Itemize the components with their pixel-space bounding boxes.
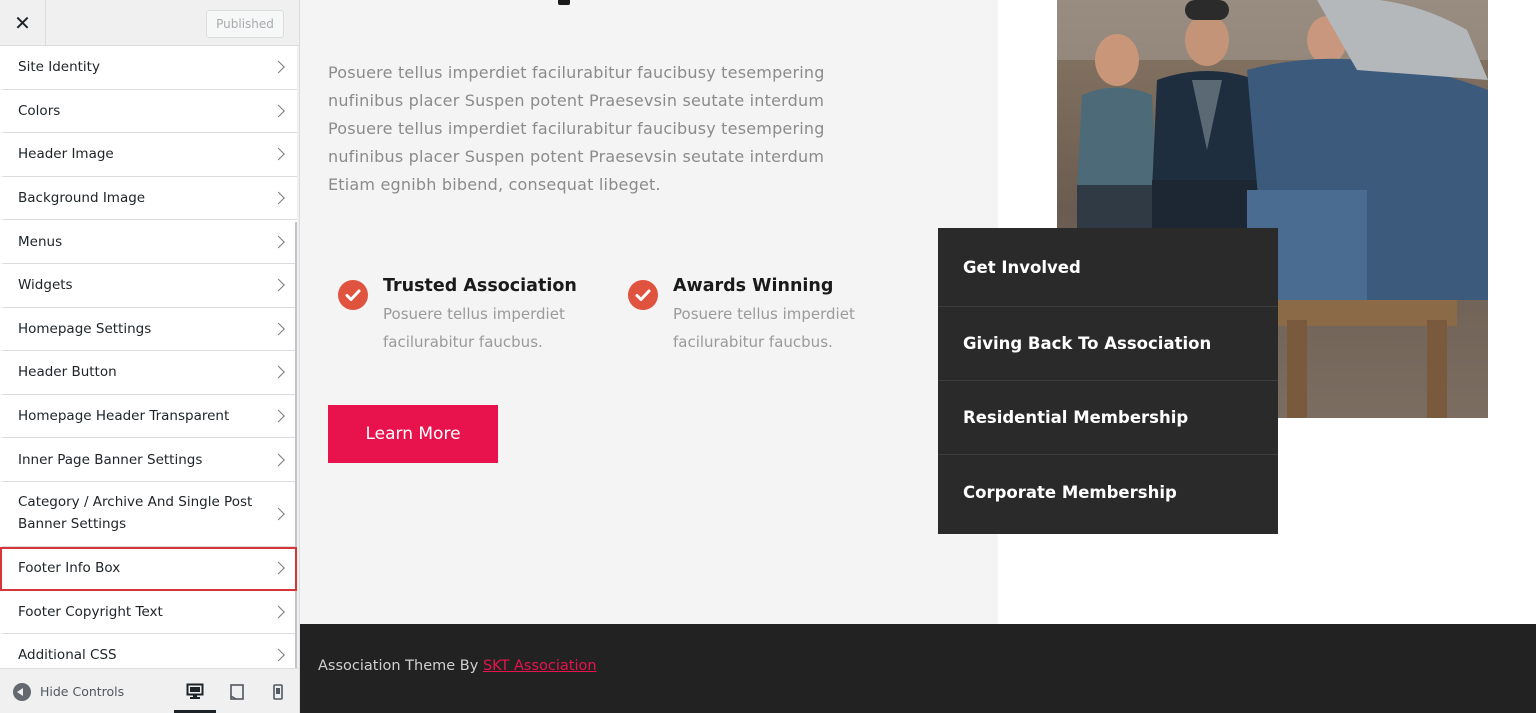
info-menu-box: Get Involved Giving Back To Association …: [938, 228, 1278, 534]
menu-item-label: Inner Page Banner Settings: [18, 451, 203, 468]
menu-link-corporate-membership[interactable]: Corporate Membership: [938, 455, 1278, 529]
menu-item-label: Footer Copyright Text: [18, 603, 163, 620]
menu-item-label: Additional CSS: [18, 647, 117, 664]
feature-text: Posuere tellus imperdiet facilurabitur f…: [383, 305, 565, 351]
menu-link-residential-membership[interactable]: Residential Membership: [938, 381, 1278, 455]
close-button[interactable]: ✕: [0, 0, 46, 46]
menu-item-label: Footer Info Box: [18, 560, 121, 577]
chevron-right-icon: [272, 561, 285, 575]
chevron-right-icon: [272, 507, 285, 521]
menu-item-label: Category / Archive And Single Post Banne…: [18, 494, 253, 532]
menu-item-label: Menus: [18, 233, 63, 250]
publish-button[interactable]: Published: [206, 10, 284, 38]
menu-item-colors[interactable]: Colors: [0, 89, 297, 134]
menu-item-label: Header Button: [18, 364, 117, 381]
menu-item-background-image[interactable]: Background Image: [0, 176, 297, 221]
menu-item-category-archive-banner-settings[interactable]: Category / Archive And Single Post Banne…: [0, 481, 297, 547]
menu-item-homepage-settings[interactable]: Homepage Settings: [0, 307, 297, 352]
menu-item-label: Homepage Header Transparent: [18, 408, 230, 425]
tablet-icon: [230, 683, 244, 700]
feature-text: Posuere tellus imperdiet facilurabitur f…: [673, 305, 855, 351]
feature-title: Awards Winning: [673, 276, 834, 296]
sidebar-scrollbar[interactable]: [295, 222, 297, 668]
chevron-right-icon: [272, 148, 285, 161]
desktop-icon: [186, 683, 204, 699]
menu-item-inner-page-banner-settings[interactable]: Inner Page Banner Settings: [0, 438, 297, 482]
footer-credit-link[interactable]: SKT Association: [483, 658, 597, 674]
chevron-right-icon: [272, 278, 285, 292]
learn-more-button[interactable]: Learn More: [328, 405, 498, 463]
menu-item-label: Header Image: [18, 146, 114, 163]
heading-fragment: [558, 0, 570, 5]
chevron-right-icon: [272, 366, 285, 379]
footer-credit-text: Association Theme By: [318, 658, 483, 674]
menu-item-header-button[interactable]: Header Button: [0, 351, 297, 395]
mobile-icon: [273, 683, 283, 700]
sidebar-footer: Hide Controls: [0, 668, 299, 713]
feature-awards-winning: Awards Winning Posuere tellus imperdiet …: [628, 276, 908, 356]
menu-item-label: Widgets: [18, 277, 73, 294]
menu-item-footer-info-box[interactable]: Footer Info Box: [0, 546, 297, 591]
menu-item-label: Site Identity: [18, 59, 100, 76]
check-icon: [628, 280, 658, 310]
menu-item-label: Background Image: [18, 190, 146, 207]
menu-link-giving-back[interactable]: Giving Back To Association: [938, 307, 1278, 381]
customizer-menu: Site Identity Colors Header Image Backgr…: [0, 46, 297, 678]
menu-item-widgets[interactable]: Widgets: [0, 263, 297, 308]
feature-title: Trusted Association: [383, 276, 577, 296]
hide-controls-label: Hide Controls: [40, 684, 125, 699]
menu-item-site-identity[interactable]: Site Identity: [0, 46, 297, 90]
menu-item-label: Colors: [18, 102, 61, 119]
chevron-right-icon: [272, 191, 285, 205]
preview-desktop-button[interactable]: [174, 669, 216, 713]
intro-paragraph: Posuere tellus imperdiet facilurabitur f…: [328, 63, 825, 194]
chevron-right-icon: [272, 409, 285, 423]
chevron-right-icon: [272, 649, 285, 662]
preview-mobile-button[interactable]: [257, 669, 299, 713]
customizer-sidebar: ✕ Published Site Identity Colors Header …: [0, 0, 300, 713]
chevron-right-icon: [272, 60, 285, 74]
sidebar-header: ✕ Published: [0, 0, 299, 46]
preview-tablet-button[interactable]: [216, 669, 258, 713]
collapse-arrow-icon: [13, 682, 31, 701]
site-footer: Association Theme By SKT Association: [300, 624, 1536, 713]
check-icon: [338, 280, 368, 310]
hide-controls-button[interactable]: Hide Controls: [13, 669, 124, 713]
chevron-right-icon: [272, 605, 285, 619]
site-preview: Posuere tellus imperdiet facilurabitur f…: [300, 0, 1536, 713]
chevron-right-icon: [272, 104, 285, 118]
menu-item-menus[interactable]: Menus: [0, 220, 297, 264]
feature-trusted-association: Trusted Association Posuere tellus imper…: [338, 276, 618, 356]
chevron-right-icon: [272, 322, 285, 336]
menu-item-footer-copyright-text[interactable]: Footer Copyright Text: [0, 590, 297, 635]
footer-credit: Association Theme By SKT Association: [318, 658, 597, 674]
menu-item-homepage-header-transparent[interactable]: Homepage Header Transparent: [0, 394, 297, 439]
menu-item-label: Homepage Settings: [18, 320, 152, 337]
chevron-right-icon: [272, 235, 285, 249]
menu-link-get-involved[interactable]: Get Involved: [938, 228, 1278, 307]
menu-item-header-image[interactable]: Header Image: [0, 133, 297, 177]
chevron-right-icon: [272, 453, 285, 467]
